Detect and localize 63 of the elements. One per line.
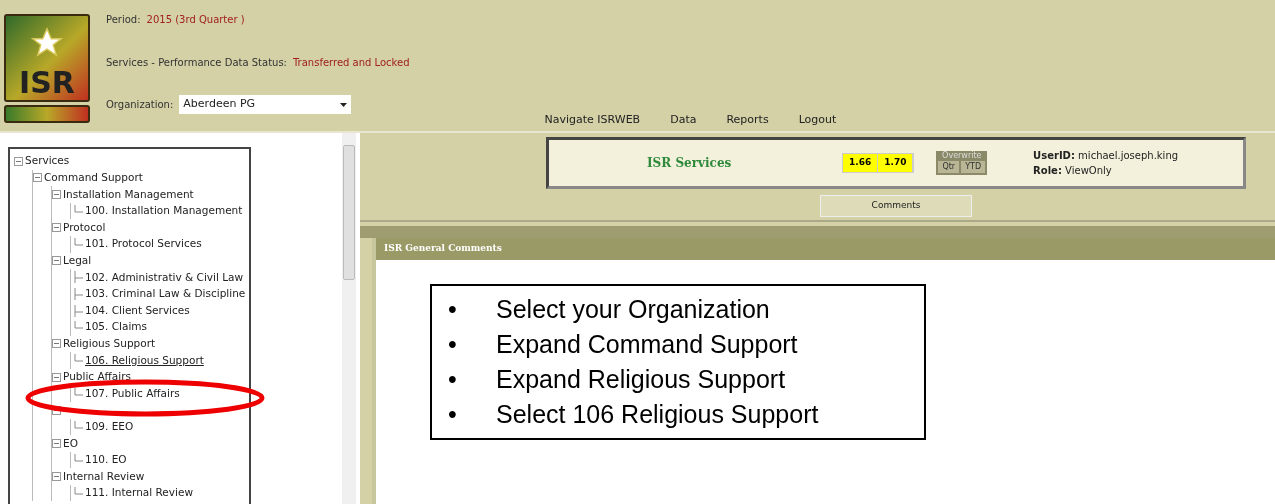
tree-item[interactable]: 109. EEO — [85, 418, 134, 435]
tab[interactable]: Comments — [820, 195, 972, 217]
overwrite-label: Overwrite — [942, 151, 982, 161]
nav-link[interactable]: Reports — [726, 112, 769, 126]
tree-item[interactable]: 101. Protocol Services — [85, 236, 202, 253]
instruction-text: Select 106 Religious Support — [496, 399, 819, 430]
instruction-text: Select your Organization — [496, 294, 770, 325]
instruction-text: Expand Religious Support — [496, 364, 786, 395]
tree-group-label[interactable]: Command Support — [44, 170, 143, 186]
tree-group-label[interactable]: Installation Management — [63, 186, 194, 203]
nav-link[interactable]: Logout — [798, 112, 837, 126]
tree-connector-icon — [74, 288, 83, 301]
collapse-icon[interactable] — [14, 156, 23, 166]
tree-item[interactable]: 103. Criminal Law & Discipline — [85, 286, 246, 302]
period-value: 2015 (3rd Quarter ) — [146, 13, 245, 27]
collapse-icon[interactable] — [52, 223, 61, 233]
collapse-icon[interactable] — [52, 190, 61, 199]
tree-item[interactable]: 106. Religious Support — [85, 352, 204, 369]
tree-group-label[interactable]: Public Affairs — [63, 369, 131, 385]
organization-dropdown[interactable]: Aberdeen PG — [179, 95, 352, 114]
overwrite-button[interactable]: Qtr — [938, 161, 960, 173]
collapse-icon[interactable] — [52, 438, 61, 448]
bullet: • — [448, 399, 458, 430]
info-bar-title: ISR Services — [647, 155, 733, 172]
tree-item[interactable]: 111. Internal Review — [85, 485, 193, 502]
bullet: • — [448, 364, 458, 395]
dropdown-caret-icon — [340, 102, 348, 107]
scrollbar[interactable] — [342, 133, 356, 504]
collapse-icon[interactable] — [52, 472, 61, 482]
collapse-icon[interactable] — [52, 372, 61, 382]
tree-item[interactable]: 107. Public Affairs — [85, 385, 180, 402]
overwrite-button[interactable]: YTD — [961, 161, 986, 173]
user-role: Role: ViewOnly — [1033, 164, 1113, 178]
tree-group-label[interactable]: Legal — [63, 253, 92, 269]
organization-label: Organization: — [106, 98, 174, 112]
collapse-icon[interactable] — [33, 173, 42, 183]
tree-group-label[interactable]: Services — [25, 153, 70, 170]
tree-item[interactable]: 105. Claims — [85, 319, 147, 336]
nav-link[interactable]: Navigate ISRWEB — [544, 112, 641, 126]
tree-connector-icon — [74, 304, 83, 317]
tree-item[interactable]: 110. EO — [85, 452, 127, 468]
status-value: Transferred and Locked — [293, 56, 410, 70]
score-value: 1.70 — [878, 154, 914, 172]
user-id: UserID: michael.joseph.king — [1033, 149, 1179, 163]
nav-link[interactable]: Data — [670, 112, 697, 126]
score-value: 1.66 — [843, 154, 879, 172]
tree-group-label[interactable]: Religious Support — [63, 335, 156, 352]
instruction-text: Expand Command Support — [496, 329, 798, 360]
status-label: Services - Performance Data Status: — [106, 56, 287, 70]
tree-group-label[interactable]: EO — [63, 435, 78, 452]
tree-connector-icon — [74, 271, 83, 284]
tree-item[interactable]: 104. Client Services — [85, 302, 190, 319]
tree-item[interactable]: 102. Administrativ & Civil Law — [85, 269, 244, 286]
tree-group-label[interactable]: Internal Review — [63, 468, 145, 485]
collapse-icon[interactable] — [52, 339, 61, 349]
panel-title: ISR General Comments — [384, 242, 502, 256]
collapse-icon[interactable] — [52, 256, 61, 266]
tree-group-label[interactable]: Protocol — [63, 219, 106, 236]
tree-item[interactable]: 100. Installation Management — [85, 203, 243, 219]
logo-text: ISR — [19, 68, 75, 98]
bullet: • — [448, 329, 458, 360]
bullet: • — [448, 294, 458, 325]
period-label: Period: — [106, 13, 141, 27]
